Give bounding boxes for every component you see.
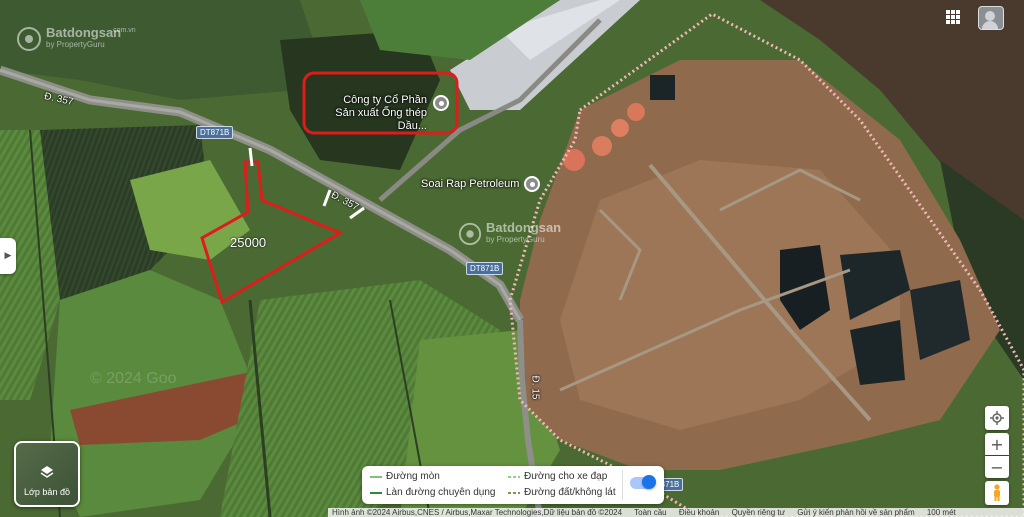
poi-company-line1: Công ty Cổ Phần: [343, 94, 427, 106]
tank-3: [611, 119, 629, 137]
account-avatar[interactable]: [978, 6, 1004, 30]
pegman-icon: [994, 484, 1000, 501]
poi-petroleum-label[interactable]: Soai Rap Petroleum: [421, 178, 519, 191]
legend-divider: [622, 470, 623, 500]
footer-link-feedback[interactable]: Gửi ý kiến phản hồi về sản phẩm: [797, 508, 914, 517]
legend-label-dirt-road: Đường đất/không lát: [524, 487, 616, 498]
watermark-year: © 2024 Goo: [90, 370, 177, 387]
legend-swatch-bike-path: [508, 475, 520, 478]
watermark-sub: by PropertyGuru: [46, 40, 105, 49]
watermark-center-brand: Batdongsan: [486, 220, 562, 235]
footer-link-terms[interactable]: Điều khoản: [679, 508, 719, 517]
poi-petroleum-pin-icon[interactable]: [524, 176, 540, 192]
legend-label-dedicated-lane: Làn đường chuyên dụng: [386, 487, 496, 498]
street-view-pegman[interactable]: [985, 481, 1009, 505]
pond-3: [850, 320, 905, 385]
footer-link-global[interactable]: Toàn cầu: [634, 508, 666, 517]
footer-scale[interactable]: 100 mét: [927, 508, 956, 517]
my-location-button[interactable]: [985, 406, 1009, 430]
my-location-icon: [990, 411, 1004, 425]
zoom-in-icon: +: [990, 434, 1004, 454]
watermark-logo-icon: [17, 27, 41, 51]
tank-4: [627, 103, 645, 121]
map-legend: Đường mòn Làn đường chuyên dụng Đường ch…: [362, 466, 664, 504]
watermark-center: Batdongsan by PropertyGuru: [458, 220, 562, 246]
legend-swatch-dirt-road: [508, 491, 520, 494]
watermark-logo: Batdongsan by PropertyGuru .com.vn: [16, 26, 136, 52]
legend-label-bike-path: Đường cho xe đạp: [524, 471, 608, 482]
route-tag-dt871b-a: DT871B: [196, 126, 234, 139]
layers-button[interactable]: Lớp bản đồ: [14, 441, 80, 507]
satellite-map[interactable]: [0, 0, 1024, 517]
watermark-tld: .com.vn: [111, 26, 136, 34]
route-tag-dt871b-b: DT871B: [466, 262, 504, 275]
watermark-center-sub: by PropertyGuru: [486, 235, 545, 244]
layers-icon: [40, 466, 54, 478]
parcel-area-label: 25000: [230, 235, 267, 250]
zoom-out-icon: −: [990, 457, 1004, 477]
footer-link-privacy[interactable]: Quyền riêng tư: [732, 508, 785, 517]
poi-company-pin-icon[interactable]: [433, 95, 449, 111]
legend-toggle[interactable]: [630, 475, 656, 489]
road-label-15: Đ. 15: [529, 375, 541, 400]
map-footer: Hình ảnh ©2024 Airbus,CNES / Airbus,Maxa…: [328, 508, 1024, 517]
legend-item-trail: Đường mòn: [370, 471, 440, 482]
zoom-in-button[interactable]: +: [985, 433, 1009, 455]
legend-item-dirt-road: Đường đất/không lát: [508, 487, 616, 498]
watermark-brand: Batdongsan: [46, 25, 122, 40]
chevron-right-icon: ▶: [4, 251, 12, 261]
poi-company-line2: Sản xuất Ống thép Dầu...: [335, 107, 427, 132]
legend-item-bike-path: Đường cho xe đạp: [508, 471, 607, 482]
legend-label-trail: Đường mòn: [386, 471, 440, 482]
footer-attribution: Hình ảnh ©2024 Airbus,CNES / Airbus,Maxa…: [332, 508, 623, 517]
watermark-center-icon: [458, 222, 482, 246]
poi-company-label[interactable]: Công ty Cổ Phần Sản xuất Ống thép Dầu...: [307, 94, 427, 133]
apps-grid-icon[interactable]: [946, 10, 960, 24]
road-mark-1: [248, 147, 254, 167]
tank-2: [592, 136, 612, 156]
side-panel-toggle-button[interactable]: ▶: [0, 238, 16, 274]
zoom-out-button[interactable]: −: [985, 456, 1009, 478]
tank-1: [563, 149, 585, 171]
pond-5: [650, 75, 675, 100]
legend-swatch-dedicated-lane: [370, 491, 382, 494]
legend-item-dedicated-lane: Làn đường chuyên dụng: [370, 487, 495, 498]
layers-label: Lớp bản đồ: [24, 487, 70, 497]
legend-swatch-trail: [370, 475, 382, 478]
